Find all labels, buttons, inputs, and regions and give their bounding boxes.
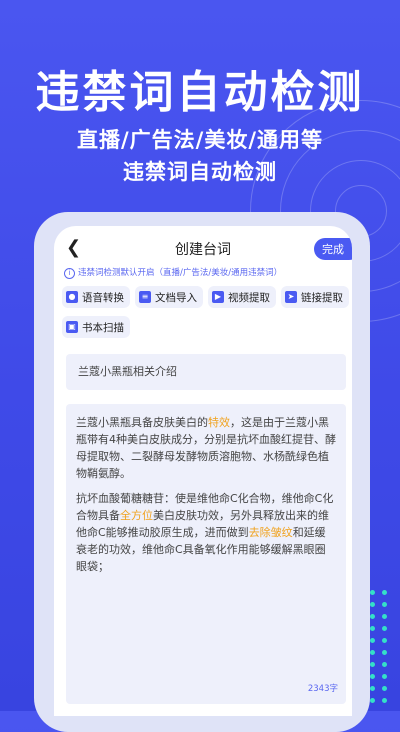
flagged-word: 去除皱纹 <box>248 526 293 539</box>
app-header: ❮ 创建台词 完成 <box>54 226 352 270</box>
link-extract-button[interactable]: ➤ 链接提取 <box>281 286 349 308</box>
script-content-editor[interactable]: 兰蔻小黑瓶具备皮肤美白的特效，这是由于兰蔻小黑瓶带有4种美白皮肤成分，分别是抗坏… <box>66 404 346 704</box>
document-icon: ≡ <box>139 291 151 303</box>
detection-notice: i 违禁词检测默认开启（直播/广告法/美妆/通用违禁词） <box>64 266 282 279</box>
tool-label: 语音转换 <box>82 291 124 304</box>
notice-text: 违禁词检测默认开启（直播/广告法/美妆/通用违禁词） <box>78 268 283 278</box>
send-icon: ➤ <box>285 291 297 303</box>
tool-label: 文档导入 <box>155 291 197 304</box>
character-count: 2343字 <box>307 684 338 694</box>
tool-label: 书本扫描 <box>82 321 124 334</box>
hero-title: 违禁词自动检测 <box>35 67 365 118</box>
voice-convert-button[interactable]: ● 语音转换 <box>62 286 130 308</box>
scan-icon: ▣ <box>66 321 78 333</box>
page-title: 创建台词 <box>175 242 231 258</box>
video-icon: ▶ <box>212 291 224 303</box>
hero-subtitle-line2: 违禁词自动检测 <box>123 160 277 184</box>
text-run: 兰蔻小黑瓶具备皮肤美白的 <box>76 416 208 429</box>
phone-screen: ❮ 创建台词 完成 i 违禁词检测默认开启（直播/广告法/美妆/通用违禁词） ● … <box>54 226 352 716</box>
microphone-icon: ● <box>66 291 78 303</box>
paragraph-1: 兰蔻小黑瓶具备皮肤美白的特效，这是由于兰蔻小黑瓶带有4种美白皮肤成分，分别是抗坏… <box>76 414 336 482</box>
flagged-word: 特效 <box>208 416 230 429</box>
video-extract-button[interactable]: ▶ 视频提取 <box>208 286 276 308</box>
document-import-button[interactable]: ≡ 文档导入 <box>135 286 203 308</box>
decorative-dots <box>370 590 394 710</box>
done-button[interactable]: 完成 <box>314 238 352 260</box>
script-title-input[interactable]: 兰蔻小黑瓶相关介绍 <box>66 354 346 390</box>
flagged-word: 全方位 <box>120 509 153 522</box>
tool-label: 链接提取 <box>301 291 343 304</box>
info-icon: i <box>64 268 75 279</box>
hero-subtitle-line1: 直播/广告法/美妆/通用等 <box>76 128 323 152</box>
tool-label: 视频提取 <box>228 291 270 304</box>
paragraph-2: 抗坏血酸葡糖糖苷：使是维他命C化合物，维他命C化合物具备全方位美白皮肤功效，另外… <box>76 490 336 575</box>
book-scan-button[interactable]: ▣ 书本扫描 <box>62 316 130 338</box>
